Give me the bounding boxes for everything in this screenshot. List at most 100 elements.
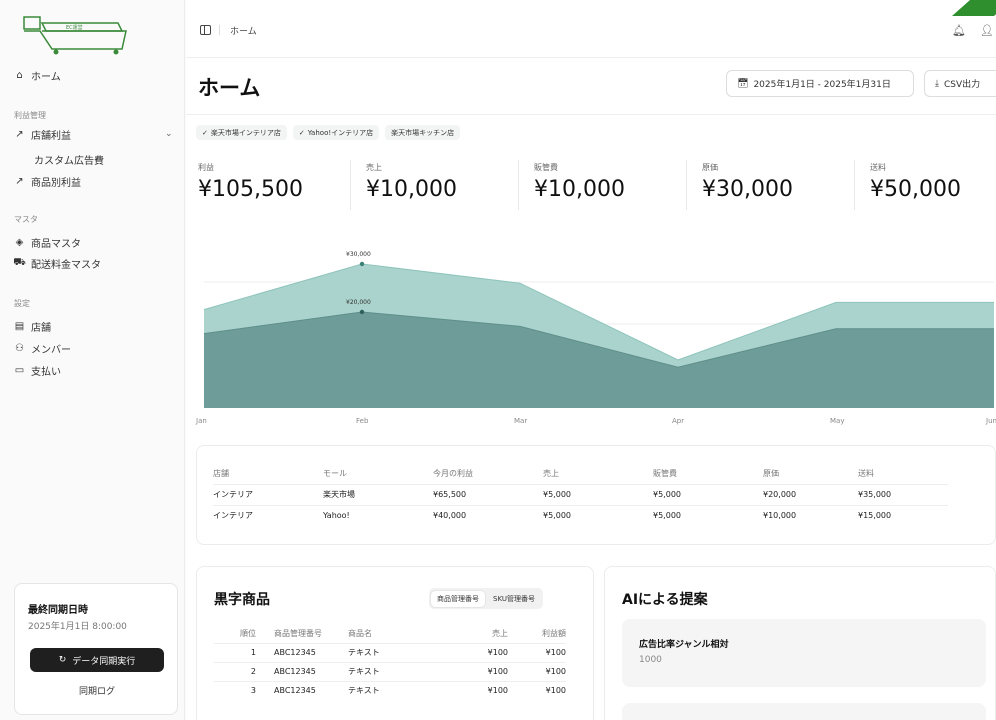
logo: EC運営 [23,16,127,55]
table-row[interactable]: インテリア Yahoo! ¥40,000 ¥5,000 ¥5,000 ¥10,0… [213,504,948,526]
cell: テキスト [348,680,438,700]
x-tick-label: Mar [514,417,527,425]
profit-chart: ¥30,000 ¥20,000 Jan Feb Mar Apr May Jun [186,230,996,430]
filter-chip[interactable]: 楽天市場キッチン店 [385,125,461,140]
toggle-sku-id[interactable]: SKU管理番号 [487,591,541,607]
kpi-label: 送料 [870,163,886,172]
x-tick-label: Apr [672,417,684,425]
cell: ¥100 [508,680,566,700]
cell: インテリア [213,504,323,526]
kpi-profit: 利益 ¥105,500 [198,162,303,202]
nav-payment-label: 支払い [31,366,61,378]
nav-store[interactable]: ▤ 店舗 [14,318,51,334]
col-header: 今月の利益 [433,469,473,479]
kpi-value: ¥50,000 [870,177,961,202]
filter-chip[interactable]: ✓ 楽天市場インテリア店 [196,125,287,140]
box-icon: ◈ [15,236,24,248]
bell-icon[interactable]: 🔔︎ [952,24,966,37]
id-type-toggle: 商品管理番号 SKU管理番号 [429,588,543,609]
cell: 1 [214,642,264,662]
ai-suggestions-card: AIによる提案 広告比率ジャンル相対 1000 [604,566,996,720]
ai-suggestion-value: 1000 [639,655,662,665]
filter-chip[interactable]: ✓ Yahoo!インテリア店 [292,125,380,140]
data-label: ¥20,000 [346,299,371,306]
kpi-divider [518,160,519,210]
breadcrumb[interactable]: ホーム [230,24,257,37]
table-row[interactable]: 2 ABC12345 テキスト ¥100 ¥100 [214,661,566,681]
kpi-value: ¥10,000 [534,177,625,202]
sidebar: EC運営 ⌂ ホーム 利益管理 ↗ 店舗利益 ⌄ カスタム広告費 ↗ 商品別利益… [0,0,185,720]
chevron-down-icon[interactable]: ⌄ [165,129,173,139]
store-table: 店舗 モール 今月の利益 売上 販管費 原価 送料 インテリア 楽天市場 ¥65… [213,464,948,526]
sync-card: 最終同期日時 2025年1月1日 8:00:00 ↻ データ同期実行 同期ログ [14,583,178,715]
store-icon: ▤ [14,320,25,332]
home-icon: ⌂ [16,69,23,81]
csv-export-button[interactable]: ⤓ CSV出力 [924,70,996,97]
kpi-value: ¥30,000 [702,177,793,202]
section-profit-label: 利益管理 [14,111,46,120]
profitable-table: 順位 商品管理番号 商品名 売上 利益額 1 ABC12345 テキスト ¥10… [214,625,566,700]
cell: ¥5,000 [543,504,653,526]
cell: ¥35,000 [858,483,948,505]
header-divider [186,114,996,115]
cell: ¥15,000 [858,504,948,526]
page-title: ホーム [198,76,261,100]
kpi-divider [350,160,351,210]
filter-chip-label: Yahoo!インテリア店 [307,128,374,137]
table-row[interactable]: 3 ABC12345 テキスト ¥100 ¥100 [214,680,566,700]
table-row[interactable]: インテリア 楽天市場 ¥65,500 ¥5,000 ¥5,000 ¥20,000… [213,483,948,505]
nav-custom-ad[interactable]: カスタム広告費 [34,152,104,167]
kpi-divider [854,160,855,210]
sync-button[interactable]: ↻ データ同期実行 [30,648,164,672]
ai-suggestion-item[interactable]: 広告比率ジャンル相対 1000 [622,619,986,687]
nav-shipping-master-label: 配送料金マスタ [31,259,101,271]
trend-icon: ↗ [15,128,24,140]
kpi-shipping: 送料 ¥50,000 [870,162,961,202]
col-header: 順位 [240,629,256,639]
cell: Yahoo! [323,504,433,526]
data-point[interactable] [359,309,365,315]
store-filters: ✓ 楽天市場インテリア店 ✓ Yahoo!インテリア店 楽天市場キッチン店 [196,125,461,140]
col-header: モール [323,469,347,479]
nav-product-master[interactable]: ◈ 商品マスタ [14,234,81,250]
cell: ¥5,000 [543,483,653,505]
col-header: 売上 [492,629,508,639]
ai-suggestion-item[interactable] [622,703,986,720]
nav-member-label: メンバー [31,344,71,356]
cell: ¥20,000 [763,483,858,505]
kpi-cost: 原価 ¥30,000 [702,162,793,202]
calendar-icon: 📅︎ [737,78,749,89]
logo-text: EC運営 [66,24,83,31]
cell: 2 [214,661,264,681]
nav-payment[interactable]: ▭ 支払い [14,362,61,378]
cell: 3 [214,680,264,700]
date-range-button[interactable]: 📅︎ 2025年1月1日 - 2025年1月31日 [726,70,914,97]
kpi-sales: 売上 ¥10,000 [366,162,457,202]
kpi-divider [686,160,687,210]
main: ホーム 🔔︎ 👤︎ ホーム 📅︎ 2025年1月1日 - 2025年1月31日 … [186,0,996,720]
col-header: 売上 [543,469,559,479]
cell: ¥65,500 [433,483,543,505]
nav-home[interactable]: ⌂ ホーム [14,67,60,83]
sync-log-link[interactable]: 同期ログ [15,684,179,697]
kpi-value: ¥10,000 [366,177,457,202]
table-row[interactable]: 1 ABC12345 テキスト ¥100 ¥100 [214,642,566,662]
nav-member[interactable]: ⚇ メンバー [14,340,71,356]
card-icon: ▭ [14,364,25,376]
cell: ¥100 [438,642,508,662]
kpi-label: 販管費 [534,163,558,172]
cell: ¥5,000 [653,483,763,505]
sidebar-toggle-icon[interactable] [200,25,211,35]
cell: ¥5,000 [653,504,763,526]
nav-store-profit[interactable]: ↗ 店舗利益 [14,126,71,142]
col-header: 販管費 [653,469,677,479]
toggle-product-id[interactable]: 商品管理番号 [431,590,485,607]
cell: テキスト [348,642,438,662]
col-header: 原価 [763,469,779,479]
date-range-label: 2025年1月1日 - 2025年1月31日 [753,80,891,90]
nav-shipping-master[interactable]: ⛟ 配送料金マスタ [13,255,101,271]
data-point[interactable] [359,261,365,267]
nav-product-profit[interactable]: ↗ 商品別利益 [14,173,81,189]
user-icon[interactable]: 👤︎ [980,24,994,37]
check-icon: ✓ [202,128,208,137]
